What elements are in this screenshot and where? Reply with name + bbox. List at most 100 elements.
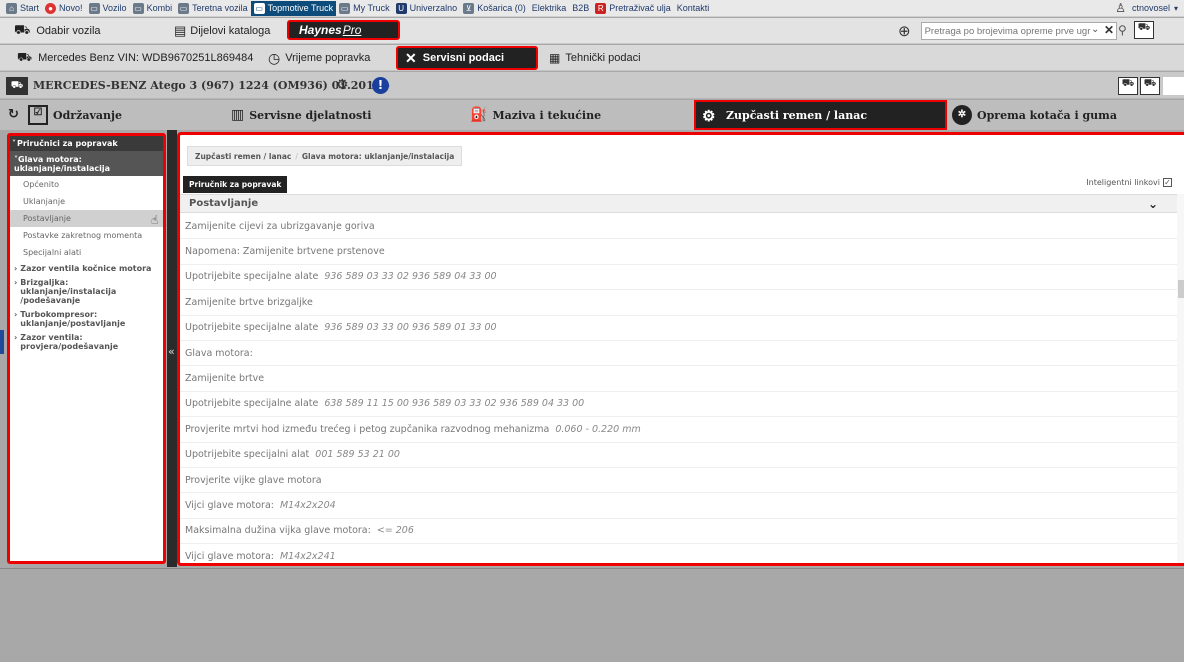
tab-odrzavanje[interactable]: ☑ Održavanje — [28, 100, 122, 130]
instruction-row: Vijci glave motora: M14x2x204 — [180, 493, 1180, 519]
nav-kontakti[interactable]: Kontakti — [674, 1, 713, 16]
instruction-value: 936 589 03 33 02 936 589 04 33 00 — [324, 271, 497, 283]
nav-vozilo[interactable]: ▭ Vozilo — [86, 1, 130, 16]
section-header[interactable]: Postavljanje ⌄ — [180, 194, 1180, 213]
sidebar-group-glava-motora[interactable]: ˅Glava motora: uklanjanje/instalacija — [10, 151, 163, 176]
search-icon[interactable]: ⚲ — [1118, 23, 1127, 37]
scrollbar[interactable] — [1177, 194, 1184, 563]
instruction-value: 638 589 11 15 00 936 589 03 33 02 936 58… — [324, 398, 585, 410]
user-icon: ♙ — [1115, 1, 1126, 15]
catalog-shortcut-icon[interactable]: ⛟ — [1134, 21, 1154, 39]
catalog-icon: ▤ — [174, 23, 187, 38]
nav-elektrika[interactable]: Elektrika — [529, 1, 570, 16]
instruction-text: Upotrijebite specijalni alat — [185, 449, 310, 461]
service-tabs: ↻ ☑ Održavanje ▥ Servisne djelatnosti ⛽ Maz… — [0, 100, 1184, 130]
instruction-text: Zamijenite brtve — [185, 373, 265, 385]
instruction-value: M14x2x241 — [279, 550, 336, 562]
tab-zupcasti-remen[interactable]: ⚙ Zupčasti remen / lanac — [694, 100, 947, 130]
tab-oprema-kotaca[interactable]: ✲ Oprema kotača i guma — [952, 100, 1117, 130]
collapse-sidebar-icon[interactable]: « — [168, 345, 175, 358]
instruction-row: Glava motora: — [180, 341, 1180, 367]
car-icon[interactable]: ⛟ — [1140, 77, 1160, 95]
instruction-text: Upotrijebite specijalne alate — [185, 322, 319, 334]
alert-icon[interactable]: ! — [372, 77, 389, 94]
universal-icon: U — [395, 2, 407, 14]
instruction-row: Zamijenite brtve — [180, 366, 1180, 392]
checkbox-icon[interactable]: ✓ — [1163, 178, 1172, 187]
nav-teretna[interactable]: ▭ Teretna vozila — [175, 1, 251, 16]
instruction-row: Napomena: Zamijenite brtvene prstenove — [180, 239, 1180, 265]
vehicle-type-icon[interactable]: ⛟ — [1118, 77, 1138, 95]
car-icon: ▭ — [88, 2, 100, 14]
instruction-row: Provjerite vijke glave motora — [180, 468, 1180, 494]
sidebar-item-turbokompresor[interactable]: › Turbokompresor: uklanjanje/postavljanje — [10, 307, 163, 330]
new-icon: ● — [45, 2, 57, 14]
tab-maziva[interactable]: ⛽ Maziva i tekućine — [470, 100, 601, 130]
nav-kombi[interactable]: ▭ Kombi — [130, 1, 176, 16]
tehnicki-podaci-button[interactable]: ▦ Tehnički podaci — [549, 45, 641, 71]
instruction-value: <= 206 — [376, 525, 414, 537]
chevron-down-icon: ▾ — [1173, 3, 1178, 13]
nav-pretrazivac-ulja[interactable]: R Pretraživač ulja — [592, 1, 674, 16]
sidebar-header[interactable]: ˅ Priručnici za popravak — [10, 136, 163, 151]
sidebar-item-postavljanje[interactable]: Postavljanje ☝ — [10, 210, 163, 227]
dijelovi-kataloga-button[interactable]: ▤ Dijelovi kataloga — [174, 18, 270, 44]
sidebar-item-opcenito[interactable]: Općenito — [10, 176, 163, 193]
car-search-icon: ⛟ — [6, 77, 28, 95]
sidebar-item-zazor-kocnice[interactable]: › Zazor ventila kočnice motora — [10, 261, 163, 275]
instruction-text: Zamijenite cijevi za ubrizgavanje goriva — [185, 220, 375, 232]
chevron-down-icon: ˅ — [12, 139, 16, 148]
van-icon: ▭ — [132, 2, 144, 14]
nav-topmotive-truck[interactable]: ▭ Topmotive Truck — [250, 0, 337, 16]
instruction-row: Upotrijebite specijalne alate 936 589 03 … — [180, 316, 1180, 341]
instruction-row: Provjerite mrtvi hod između trećeg i pet… — [180, 417, 1180, 443]
edge-tab — [0, 330, 4, 354]
search-bar: ⊕ ⌄ ✕ ⚲ ⛟ — [898, 21, 1154, 40]
haynespro-button[interactable]: Haynes Pro — [287, 20, 400, 40]
chevron-right-icon: › — [14, 333, 18, 342]
tools-icon: ✕ — [405, 49, 417, 66]
instruction-text: Vijci glave motora: — [185, 499, 274, 511]
instruction-value: 936 589 03 33 00 936 589 01 33 00 — [324, 322, 497, 334]
nav-kosarica[interactable]: ⊻ Košarica (0) — [460, 1, 529, 16]
clock-icon: ◷ — [268, 49, 281, 66]
target-icon[interactable]: ⊕ — [898, 22, 911, 40]
nav-start[interactable]: ⌂ Start — [3, 1, 42, 16]
car-search-icon: ⛟ — [14, 22, 31, 37]
tech-data-icon: ▦ — [549, 51, 561, 65]
checklist-icon: ☑ — [28, 105, 48, 125]
breadcrumb: Zupčasti remen / lanac / Glava motora: u… — [187, 146, 463, 166]
instruction-value: 0.060 - 0.220 mm — [555, 423, 641, 435]
odabir-vozila-button[interactable]: ⛟ Odabir vozila — [14, 18, 101, 44]
sidebar-item-specijalni[interactable]: Specijalni alati — [10, 244, 163, 261]
sidebar-item-postavke[interactable]: Postavke zakretnog momenta — [10, 227, 163, 244]
servisni-podaci-button[interactable]: ✕ Servisni podaci — [396, 46, 538, 70]
instruction-text: Zamijenite brtve brizgaljke — [185, 296, 313, 308]
scrollbar-thumb[interactable] — [1178, 280, 1184, 298]
instruction-text: Napomena: Zamijenite brtvene prstenove — [185, 246, 385, 258]
clear-icon[interactable]: ✕ — [1104, 23, 1114, 37]
sidebar-item-uklanjanje[interactable]: Uklanjanje — [10, 193, 163, 210]
smart-links-toggle[interactable]: Inteligentni linkovi ✓ — [1086, 178, 1172, 187]
nav-my-truck[interactable]: ▭ My Truck — [336, 1, 393, 16]
nav-univerzalno[interactable]: U Univerzalno — [393, 1, 461, 16]
search-input[interactable] — [920, 22, 1117, 40]
dropdown-icon[interactable]: ⌄ — [1091, 24, 1099, 35]
nav-novo[interactable]: ● Novo! — [42, 1, 86, 16]
tab-prirucnik[interactable]: Priručnik za popravak — [183, 176, 288, 193]
breadcrumb-link[interactable]: Zupčasti remen / lanac — [195, 152, 291, 161]
oil-icon: R — [595, 2, 607, 14]
sidebar-item-zazor-ventila[interactable]: › Zazor ventila: provjera/podešavanje — [10, 330, 163, 353]
wheel-icon: ✲ — [952, 105, 972, 125]
tab-servisne-djelatnosti[interactable]: ▥ Servisne djelatnosti — [231, 100, 371, 130]
instruction-row: Upotrijebite specijalni alat 001 589 53 2… — [180, 443, 1180, 468]
instruction-row: Zamijenite cijevi za ubrizgavanje goriva — [180, 214, 1180, 240]
instruction-value: M14x2x204 — [279, 499, 336, 511]
vin-button[interactable]: ⛟ Mercedes Benz VIN: WDB9670251L869484 — [17, 45, 253, 71]
nav-b2b[interactable]: B2B — [569, 1, 592, 16]
refresh-icon[interactable]: ↻ — [8, 107, 19, 122]
truck-icon: ▭ — [339, 2, 351, 14]
sidebar-item-brizgaljka[interactable]: › Brizgaljka: uklanjanje/instalacija /pod… — [10, 275, 163, 307]
vrijeme-popravka-button[interactable]: ◷ Vrijeme popravka — [268, 45, 370, 71]
user-menu[interactable]: ♙ ctnovosel ▾ — [1115, 1, 1178, 15]
